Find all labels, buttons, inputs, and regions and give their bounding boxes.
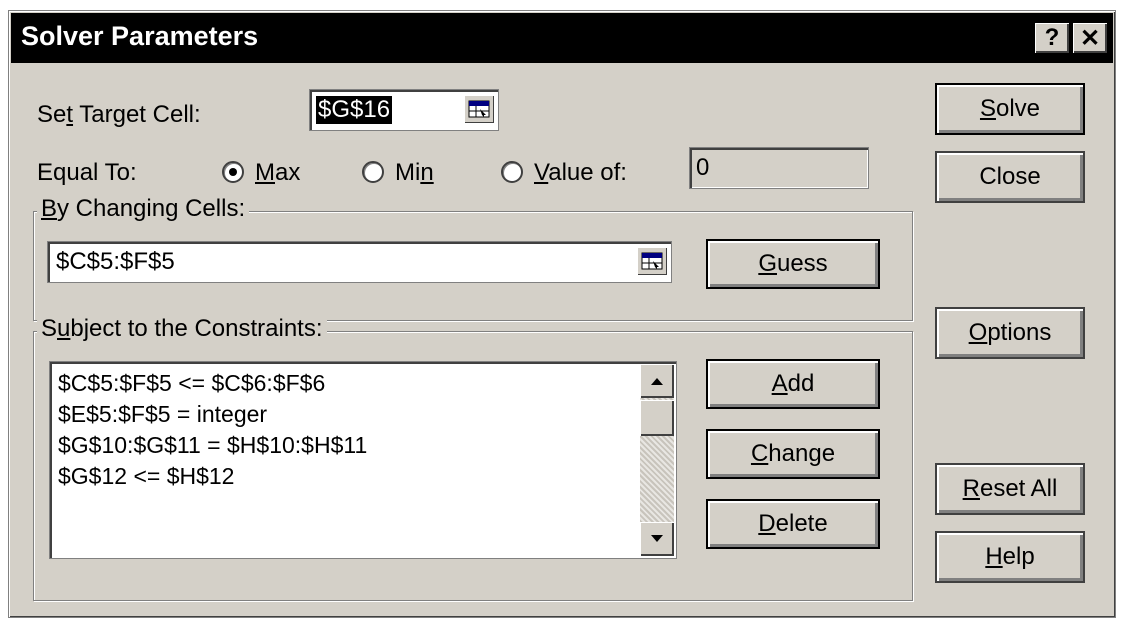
value-of-label[interactable]: Value of: — [534, 159, 627, 187]
guess-button[interactable]: Guess — [706, 239, 880, 289]
options-button[interactable]: Options — [935, 307, 1085, 359]
changing-cells-title: By Changing Cells: — [37, 195, 250, 223]
close-icon: ✕ — [1079, 24, 1101, 52]
list-item[interactable]: $G$10:$G$11 = $H$10:$H$11 — [58, 430, 367, 461]
changing-cells-field[interactable]: $C$5:$F$5 — [47, 241, 672, 283]
ref-edit-icon — [468, 100, 490, 118]
close-title-button[interactable]: ✕ — [1073, 23, 1107, 53]
close-button[interactable]: Close — [935, 151, 1085, 203]
target-ref-button[interactable] — [464, 95, 494, 123]
value-of-radio[interactable] — [501, 161, 523, 183]
value-of-field[interactable]: 0 — [689, 147, 869, 189]
solver-dialog: Solver Parameters ? ✕ Set Target Cell: $… — [8, 10, 1116, 618]
changing-cells-value: $C$5:$F$5 — [56, 248, 175, 275]
scroll-up-button[interactable] — [640, 364, 674, 398]
constraints-scrollbar[interactable] — [640, 364, 674, 556]
min-radio[interactable] — [362, 161, 384, 183]
constraints-items: $C$5:$F$5 <= $C$6:$F$6 $E$5:$F$5 = integ… — [58, 368, 367, 492]
value-of-value: 0 — [696, 154, 710, 181]
equal-to-label: Equal To: — [37, 159, 137, 186]
scroll-thumb[interactable] — [640, 400, 674, 436]
change-button[interactable]: Change — [706, 429, 880, 479]
help-button[interactable]: Help — [935, 531, 1085, 583]
target-cell-label: Set Target Cell: — [37, 101, 201, 128]
radio-dot — [229, 168, 237, 176]
constraints-list[interactable]: $C$5:$F$5 <= $C$6:$F$6 $E$5:$F$5 = integ… — [49, 361, 677, 559]
scroll-up-icon — [651, 378, 663, 385]
help-title-button[interactable]: ? — [1035, 23, 1069, 53]
solve-button[interactable]: Solve — [935, 83, 1085, 135]
add-button[interactable]: Add — [706, 359, 880, 409]
target-cell-field[interactable]: $G$16 — [309, 89, 499, 131]
window-title: Solver Parameters — [21, 21, 259, 51]
title-bar: Solver Parameters ? ✕ — [11, 13, 1113, 63]
delete-button[interactable]: Delete — [706, 499, 880, 549]
max-radio[interactable] — [222, 161, 244, 183]
list-item[interactable]: $G$12 <= $H$12 — [58, 461, 367, 492]
scroll-down-icon — [651, 535, 663, 542]
changing-ref-button[interactable] — [637, 247, 667, 275]
list-item[interactable]: $C$5:$F$5 <= $C$6:$F$6 — [58, 368, 367, 399]
reset-all-button[interactable]: Reset All — [935, 463, 1085, 515]
scroll-down-button[interactable] — [640, 522, 674, 556]
constraints-title: Subject to the Constraints: — [37, 315, 327, 343]
max-label[interactable]: Max — [255, 159, 300, 187]
ref-edit-icon — [641, 252, 663, 270]
list-item[interactable]: $E$5:$F$5 = integer — [58, 399, 367, 430]
help-icon: ? — [1044, 24, 1060, 51]
min-label[interactable]: Min — [395, 159, 434, 187]
target-cell-value: $G$16 — [316, 96, 393, 124]
